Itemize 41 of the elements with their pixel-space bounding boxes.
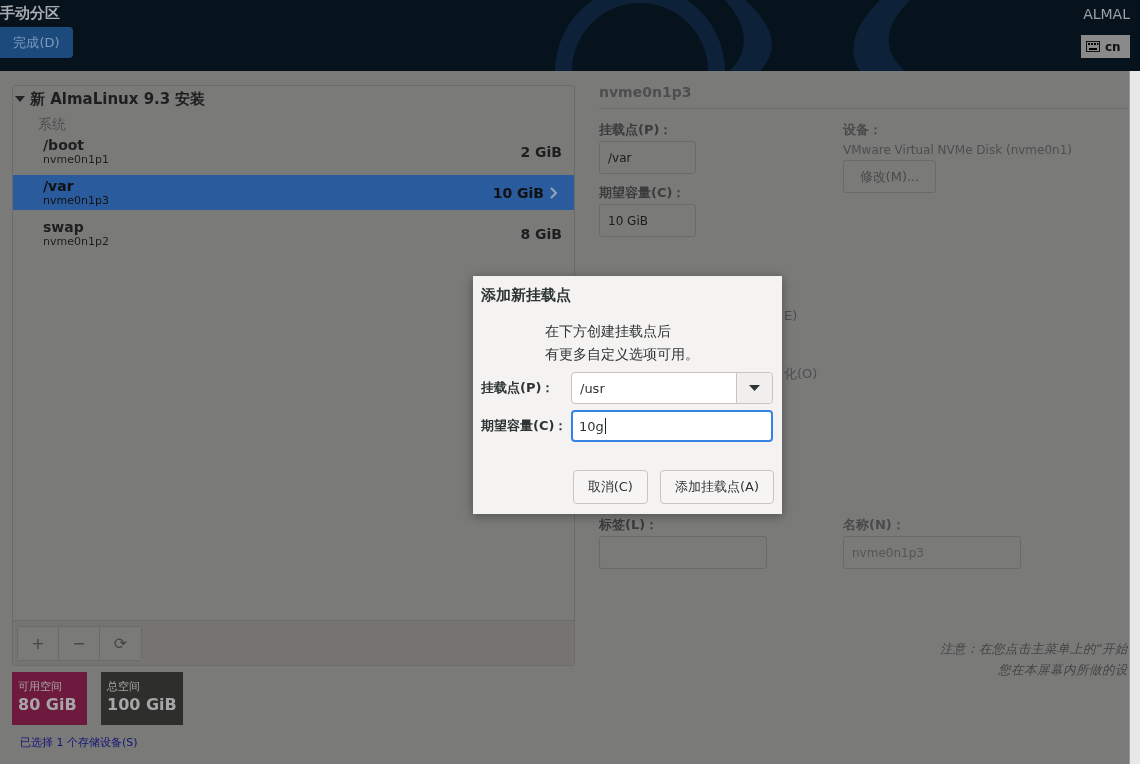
mount-point: /boot xyxy=(43,136,86,153)
add-mount-point-button[interactable]: 添加挂载点(A) xyxy=(659,470,774,504)
cancel-button[interactable]: 取消(C) xyxy=(572,470,648,504)
keyboard-layout-button[interactable]: cn xyxy=(1081,35,1130,58)
mount-point-field[interactable]: /var xyxy=(599,141,696,174)
add-button[interactable]: + xyxy=(18,626,59,660)
device-name: nvme0n1p1 xyxy=(43,152,110,167)
install-tree-header[interactable]: 新 AlmaLinux 9.3 安装 xyxy=(13,88,574,110)
space-label: 总空间 xyxy=(107,679,141,694)
refresh-button[interactable]: ⟳ xyxy=(100,626,141,660)
field-label: 挂载点(P)： xyxy=(599,121,673,139)
device-name: nvme0n1p3 xyxy=(43,193,110,208)
keyboard-icon xyxy=(1086,41,1100,52)
partition-size: 10 GiB xyxy=(492,184,544,201)
field-label: 标签(L)： xyxy=(599,516,659,534)
page-title: 手动分区 xyxy=(0,4,60,23)
capacity-input[interactable]: 10g xyxy=(571,410,773,442)
dialog-title: 添加新挂载点 xyxy=(481,286,572,305)
device-name: nvme0n1p2 xyxy=(43,234,110,249)
mount-point: /var xyxy=(43,177,75,194)
partition-size: 2 GiB xyxy=(520,143,562,160)
dialog-message: 在下方创建挂载点后 xyxy=(545,322,672,341)
mount-point: swap xyxy=(43,218,85,235)
partition-row[interactable]: /boot nvme0n1p1 2 GiB xyxy=(13,134,574,169)
field-label: 期望容量(C)： xyxy=(599,184,686,202)
space-value: 100 GiB xyxy=(107,694,177,716)
partition-size: 8 GiB xyxy=(520,225,562,242)
space-label: 可用空间 xyxy=(18,679,63,694)
capacity-field[interactable]: 10 GiB xyxy=(599,204,696,237)
done-button[interactable]: 完成(D) xyxy=(0,27,73,58)
space-value: 80 GiB xyxy=(18,694,78,716)
remove-button[interactable]: − xyxy=(59,626,100,660)
dropdown-arrow-icon xyxy=(749,385,760,391)
mount-point-combo[interactable]: /usr xyxy=(571,372,773,404)
field-label: 挂载点(P)： xyxy=(481,379,556,397)
field-label: 期望容量(C)： xyxy=(481,417,569,435)
product-name: ALMAL xyxy=(1083,6,1130,22)
partition-row[interactable]: swap nvme0n1p2 8 GiB xyxy=(13,216,574,251)
dialog-message: 有更多自定义选项可用。 xyxy=(545,345,700,364)
partition-row[interactable]: /var nvme0n1p3 10 GiB xyxy=(13,175,574,210)
storage-devices-link[interactable]: 已选择 1 个存储设备(S) xyxy=(20,735,575,750)
